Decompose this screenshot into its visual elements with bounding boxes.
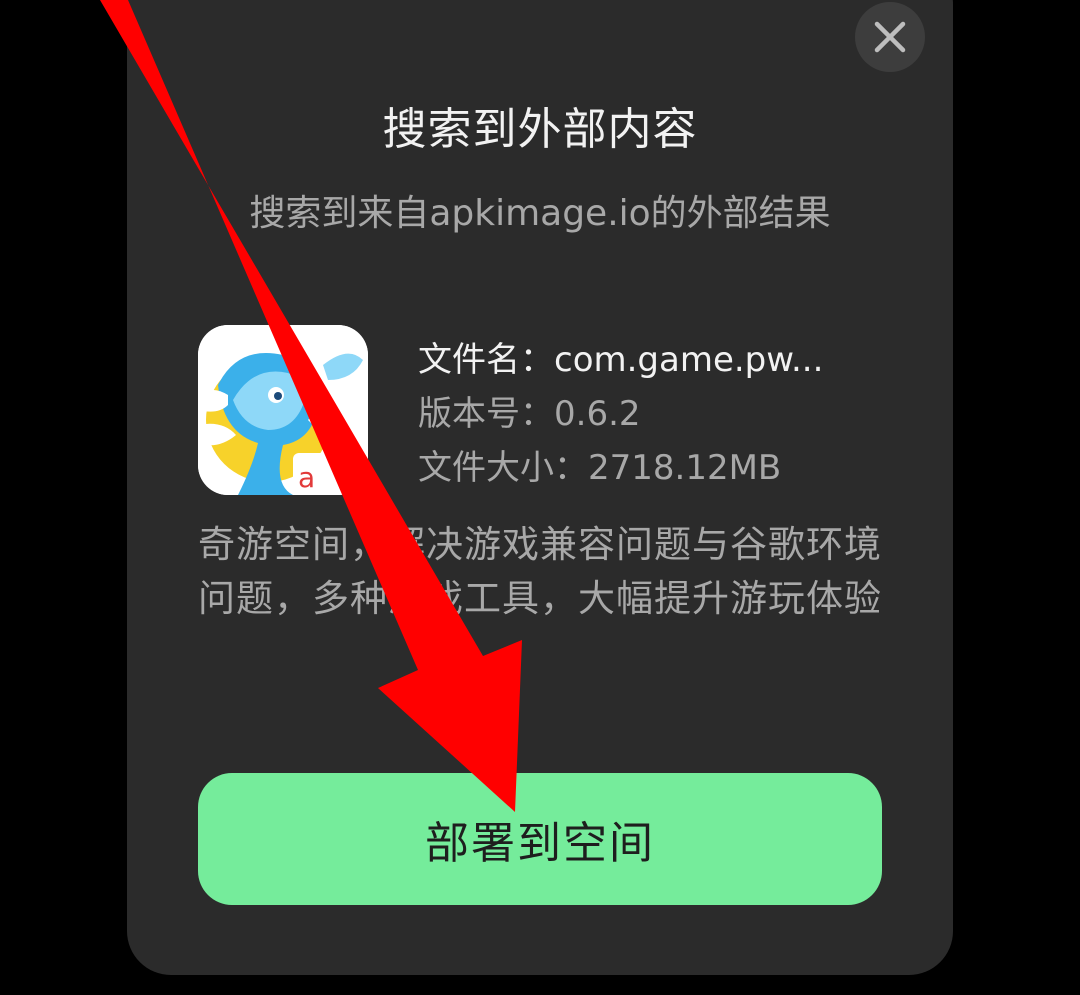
deploy-to-space-button[interactable]: 部署到空间	[198, 773, 882, 905]
app-icon: a	[198, 325, 368, 495]
dialog-subtitle: 搜索到来自apkimage.io的外部结果	[249, 193, 831, 234]
screen: 搜索到外部内容 搜索到来自apkimage.io的外部结果 a 文件名：com.…	[0, 0, 1080, 995]
app-description: 奇游空间，解决游戏兼容问题与谷歌环境问题，多种游戏工具，大幅提升游玩体验	[198, 523, 882, 620]
file-name-value: com.game.pw...	[554, 340, 824, 380]
file-name-row: 文件名：com.game.pw...	[418, 333, 878, 387]
dialog-title: 搜索到外部内容	[382, 104, 698, 155]
file-size-value: 2718.12MB	[588, 448, 782, 488]
close-button[interactable]	[855, 2, 925, 72]
file-version-value: 0.6.2	[554, 394, 641, 434]
file-size-row: 文件大小：2718.12MB	[418, 441, 878, 495]
close-icon	[872, 19, 908, 55]
file-info: 文件名：com.game.pw... 版本号：0.6.2 文件大小：2718.1…	[418, 333, 878, 495]
file-version-label: 版本号：	[418, 394, 554, 434]
svg-text:a: a	[298, 461, 315, 494]
file-name-label: 文件名：	[418, 340, 554, 380]
file-version-row: 版本号：0.6.2	[418, 387, 878, 441]
file-size-label: 文件大小：	[418, 448, 588, 488]
